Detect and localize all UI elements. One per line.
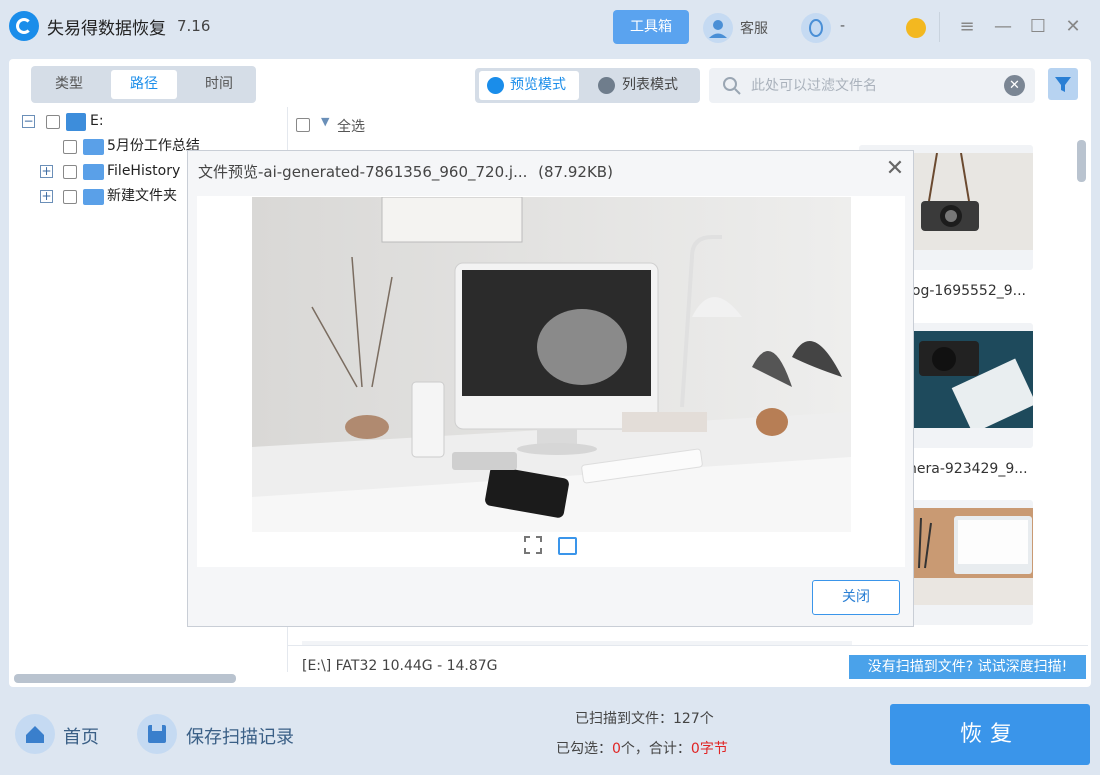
disk-status: [E:\] FAT32 10.44G - 14.87G	[302, 658, 498, 674]
qq-label: -	[840, 18, 846, 34]
collapse-icon[interactable]: −	[22, 115, 35, 128]
recover-button[interactable]: 恢复	[890, 704, 1090, 765]
save-scan-button[interactable]: 保存扫描记录	[186, 723, 294, 749]
home-button[interactable]: 首页	[63, 723, 99, 749]
qq-icon[interactable]	[801, 13, 831, 43]
dialog-filesize: (87.92KB)	[538, 163, 613, 181]
vertical-scrollbar[interactable]	[1077, 140, 1086, 182]
customer-service-label[interactable]: 客服	[740, 18, 768, 38]
status-divider	[288, 645, 1088, 646]
horizontal-scrollbar[interactable]	[14, 674, 236, 683]
file-name: nera-923429_9...	[908, 461, 1028, 477]
list-icon	[598, 77, 615, 94]
tree-checkbox[interactable]	[63, 190, 77, 204]
category-tabs: 类型 路径 时间	[31, 66, 256, 103]
tab-path[interactable]: 路径	[111, 70, 177, 99]
selected-info: 已勾选：0个，合计：0字节	[556, 738, 728, 758]
selected-unit: 个，合计：	[620, 741, 691, 757]
tree-checkbox[interactable]	[63, 140, 77, 154]
vip-icon[interactable]	[906, 18, 926, 38]
customer-service-icon[interactable]	[703, 13, 733, 43]
tree-item-label: 新建文件夹	[107, 188, 177, 204]
preview-mode-button[interactable]: 预览模式	[479, 71, 579, 100]
dialog-title: 文件预览-ai-generated-7861356_960_720.j... (…	[198, 161, 613, 182]
title-divider	[939, 12, 940, 42]
home-icon[interactable]	[15, 714, 55, 754]
tree-checkbox[interactable]	[63, 165, 77, 179]
filter-icon	[1055, 77, 1071, 92]
close-icon[interactable]: ✕	[1061, 15, 1085, 39]
preview-area	[197, 196, 905, 567]
file-name: log-1695552_9...	[908, 283, 1027, 299]
filter-button[interactable]	[1048, 68, 1078, 100]
filter-search: ✕	[709, 68, 1035, 103]
expand-icon[interactable]: +	[40, 165, 53, 178]
tab-type[interactable]: 类型	[36, 70, 102, 99]
app-version: 7.16	[177, 17, 211, 35]
clear-search-icon[interactable]: ✕	[1004, 75, 1025, 96]
list-mode-label: 列表模式	[622, 77, 678, 93]
chevron-down-icon[interactable]: ▼	[321, 115, 329, 128]
maximize-icon[interactable]: ☐	[1026, 15, 1050, 39]
grid-icon	[487, 77, 504, 94]
dialog-filename: 文件预览-ai-generated-7861356_960_720.j...	[198, 163, 528, 181]
app-logo	[9, 11, 39, 41]
tab-time[interactable]: 时间	[186, 70, 252, 99]
tree-root[interactable]: − E:	[22, 109, 282, 134]
minimize-icon[interactable]: —	[991, 15, 1015, 39]
deep-scan-link[interactable]: 没有扫描到文件? 试试深度扫描!	[849, 655, 1086, 679]
tree-item-label: FileHistory	[107, 163, 181, 179]
menu-icon[interactable]: ≡	[955, 15, 979, 39]
dialog-close-icon[interactable]: ✕	[882, 156, 908, 182]
fit-screen-icon[interactable]	[524, 536, 542, 554]
scanned-label: 已扫描到文件：	[575, 711, 673, 727]
list-mode-button[interactable]: 列表模式	[589, 71, 695, 100]
search-icon	[723, 77, 741, 95]
tree-checkbox[interactable]	[46, 115, 60, 129]
drive-icon	[66, 113, 86, 131]
view-mode-switch: 预览模式 列表模式	[475, 68, 700, 103]
folder-icon	[83, 164, 104, 180]
preview-mode-label: 预览模式	[510, 77, 566, 93]
scanned-count: 已扫描到文件：127个	[575, 708, 714, 728]
total-size: 0字节	[690, 741, 728, 757]
tree-root-label: E:	[90, 113, 104, 129]
app-title: 失易得数据恢复	[47, 19, 166, 39]
expand-icon[interactable]: +	[40, 190, 53, 203]
save-icon[interactable]	[137, 714, 177, 754]
folder-icon	[83, 139, 104, 155]
select-all-label: 全选	[337, 119, 365, 135]
actual-size-icon[interactable]	[558, 537, 577, 555]
search-input[interactable]	[751, 74, 991, 96]
scanned-value: 127个	[673, 711, 714, 727]
toolbox-button[interactable]: 工具箱	[613, 10, 689, 44]
dialog-close-button[interactable]: 关闭	[812, 580, 900, 615]
selected-label: 已勾选：	[556, 741, 612, 757]
preview-dialog: 文件预览-ai-generated-7861356_960_720.j... (…	[187, 150, 914, 627]
selected-count: 0	[612, 741, 621, 757]
preview-image	[252, 197, 851, 532]
tree-item-label: 5月份工作总结	[107, 138, 200, 154]
select-all-checkbox[interactable]	[296, 118, 310, 132]
folder-icon	[83, 189, 104, 205]
